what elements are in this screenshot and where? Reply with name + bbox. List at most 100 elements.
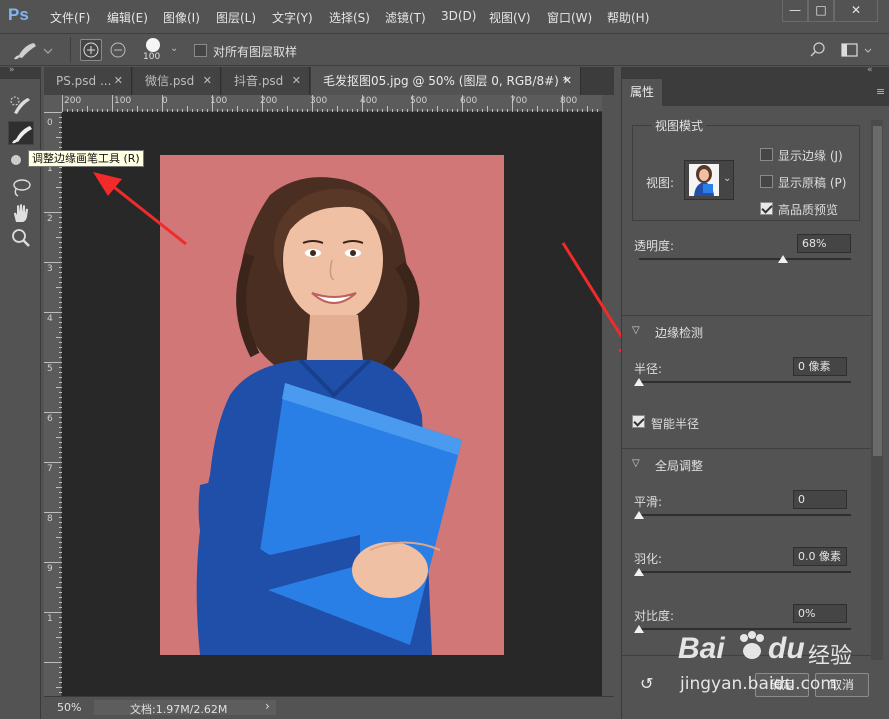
close-icon[interactable]: ✕ bbox=[563, 67, 572, 95]
close-icon[interactable]: ✕ bbox=[292, 67, 301, 95]
refine-edge-brush-tool[interactable] bbox=[8, 121, 34, 145]
menu-edit[interactable]: 编辑(E) bbox=[107, 9, 148, 26]
menu-select[interactable]: 选择(S) bbox=[329, 9, 370, 26]
horizontal-ruler[interactable]: 200 100 0 100 200 300 400 500 600 700 80… bbox=[62, 95, 602, 112]
ruler-label: 400 bbox=[360, 96, 378, 106]
ruler-label: 100 bbox=[114, 96, 132, 106]
maximize-button[interactable]: □ bbox=[808, 0, 834, 22]
menu-file[interactable]: 文件(F) bbox=[50, 9, 90, 26]
chevron-down-icon: ⌄ bbox=[723, 173, 732, 184]
menu-image[interactable]: 图像(I) bbox=[163, 9, 200, 26]
edge-detection-header[interactable]: ▽ 边缘检测 bbox=[622, 315, 872, 345]
ruler-label: 3 bbox=[47, 264, 53, 274]
photoshop-logo: Ps bbox=[8, 5, 29, 24]
document-tabs: PS.psd ... ✕ 微信.psd ✕ 抖音.psd ✕ 毛发抠图05.jp… bbox=[44, 67, 614, 95]
radius-slider-thumb[interactable] bbox=[634, 378, 644, 386]
opacity-slider-track[interactable] bbox=[639, 258, 851, 260]
status-bar: 50% 文档:1.97M/2.62M › bbox=[44, 696, 614, 719]
close-icon[interactable]: ✕ bbox=[203, 67, 212, 95]
reset-icon[interactable]: ↺ bbox=[640, 674, 653, 693]
chevron-down-icon[interactable]: ⌄ bbox=[170, 43, 178, 54]
menu-window[interactable]: 窗口(W) bbox=[547, 9, 592, 26]
view-mode-picker[interactable]: ⌄ bbox=[684, 160, 734, 200]
high-quality-preview-checkbox[interactable] bbox=[760, 202, 773, 215]
radius-input[interactable]: 0 像素 bbox=[793, 357, 847, 376]
chevron-down-icon: ▽ bbox=[632, 458, 640, 469]
smart-radius-label: 智能半径 bbox=[651, 417, 700, 431]
global-adjust-header[interactable]: ▽ 全局调整 bbox=[622, 448, 872, 478]
ruler-label: 100 bbox=[210, 96, 228, 106]
baidu-jingyan-watermark: Bai du 经验 jingyan.baidu.com bbox=[678, 630, 878, 700]
view-label: 视图: bbox=[646, 176, 675, 190]
minimize-button[interactable]: — bbox=[782, 0, 808, 22]
feather-slider-track[interactable] bbox=[639, 571, 851, 573]
quick-selection-tool[interactable] bbox=[8, 93, 34, 117]
ruler-label: 300 bbox=[310, 96, 328, 106]
workspace-switcher[interactable] bbox=[838, 40, 878, 60]
status-menu-arrow[interactable]: › bbox=[265, 699, 270, 713]
close-button[interactable]: ✕ bbox=[834, 0, 878, 22]
close-icon[interactable]: ✕ bbox=[114, 67, 123, 95]
properties-scrollbar-thumb[interactable] bbox=[873, 126, 882, 456]
collapse-icon[interactable]: » bbox=[9, 65, 15, 75]
search-icon bbox=[810, 42, 825, 57]
ruler-ticks bbox=[44, 112, 62, 693]
ruler-label: 600 bbox=[460, 96, 478, 106]
ruler-label: 800 bbox=[560, 96, 578, 106]
watermark-url: jingyan.baidu.com bbox=[680, 674, 837, 694]
refine-edge-brush-icon bbox=[12, 126, 32, 144]
panel-menu-icon[interactable]: ≡ bbox=[876, 85, 885, 98]
feather-input[interactable]: 0.0 像素 bbox=[793, 547, 847, 566]
menu-help[interactable]: 帮助(H) bbox=[607, 9, 649, 26]
ruler-label: 9 bbox=[47, 564, 53, 574]
show-edge-checkbox[interactable] bbox=[760, 148, 773, 161]
opacity-input[interactable]: 68% bbox=[797, 234, 851, 253]
opacity-slider-thumb[interactable] bbox=[778, 255, 789, 263]
document-image[interactable] bbox=[160, 155, 504, 655]
vertical-ruler[interactable]: 0 1 2 3 4 5 6 7 8 9 1 bbox=[44, 112, 62, 696]
smooth-label: 平滑: bbox=[634, 495, 663, 509]
ruler-label: 0 bbox=[47, 118, 53, 128]
contrast-slider-thumb[interactable] bbox=[634, 625, 644, 633]
doc-info-box: 文档:1.97M/2.62M bbox=[94, 700, 276, 716]
show-original-checkbox[interactable] bbox=[760, 175, 773, 188]
menu-type[interactable]: 文字(Y) bbox=[272, 9, 313, 26]
watermark-brand-2: du bbox=[768, 632, 805, 665]
tab-douyin-psd[interactable]: 抖音.psd ✕ bbox=[222, 67, 310, 95]
lasso-tool[interactable] bbox=[8, 175, 34, 199]
expand-detection-button[interactable] bbox=[80, 39, 102, 61]
smart-radius-checkbox[interactable] bbox=[632, 415, 645, 428]
vertical-scrollbar[interactable] bbox=[602, 95, 614, 696]
zoom-level[interactable]: 50% bbox=[57, 701, 81, 714]
doc-info: 文档:1.97M/2.62M bbox=[130, 703, 228, 716]
zoom-tool[interactable] bbox=[8, 227, 34, 251]
smooth-slider-track[interactable] bbox=[639, 514, 851, 516]
menu-bar: Ps 文件(F) 编辑(E) 图像(I) 图层(L) 文字(Y) 选择(S) 滤… bbox=[0, 0, 889, 32]
menu-filter[interactable]: 滤镜(T) bbox=[385, 9, 426, 26]
hand-tool[interactable] bbox=[8, 201, 34, 225]
paw-icon bbox=[740, 631, 764, 659]
tab-weixin-psd[interactable]: 微信.psd ✕ bbox=[133, 67, 221, 95]
tab-ps-psd[interactable]: PS.psd ... ✕ bbox=[44, 67, 132, 95]
brush-tool-icon bbox=[14, 43, 53, 60]
search-button[interactable] bbox=[808, 40, 828, 60]
tab-active-document[interactable]: 毛发抠图05.jpg @ 50% (图层 0, RGB/8#) * ✕ bbox=[311, 67, 581, 95]
erase-refinements-button[interactable] bbox=[108, 40, 130, 62]
sample-all-layers-checkbox[interactable] bbox=[194, 44, 207, 57]
brush-size-picker[interactable]: 100 bbox=[140, 37, 170, 65]
ruler-label: 200 bbox=[260, 96, 278, 106]
tool-preset-picker[interactable] bbox=[10, 39, 54, 61]
properties-tab[interactable]: 属性 bbox=[622, 79, 662, 106]
collapse-icon[interactable]: « bbox=[867, 65, 873, 75]
smooth-slider-thumb[interactable] bbox=[634, 511, 644, 519]
menu-3d[interactable]: 3D(D) bbox=[441, 9, 476, 23]
radius-slider-track[interactable] bbox=[639, 381, 851, 383]
menu-view[interactable]: 视图(V) bbox=[489, 9, 531, 26]
contrast-input[interactable]: 0% bbox=[793, 604, 847, 623]
menu-layer[interactable]: 图层(L) bbox=[216, 9, 256, 26]
watermark-cn: 经验 bbox=[808, 644, 853, 669]
options-bar: 100 ⌄ 对所有图层取样 bbox=[0, 33, 889, 66]
feather-slider-thumb[interactable] bbox=[634, 568, 644, 576]
ruler-label: 4 bbox=[47, 314, 53, 324]
smooth-input[interactable]: 0 bbox=[793, 490, 847, 509]
